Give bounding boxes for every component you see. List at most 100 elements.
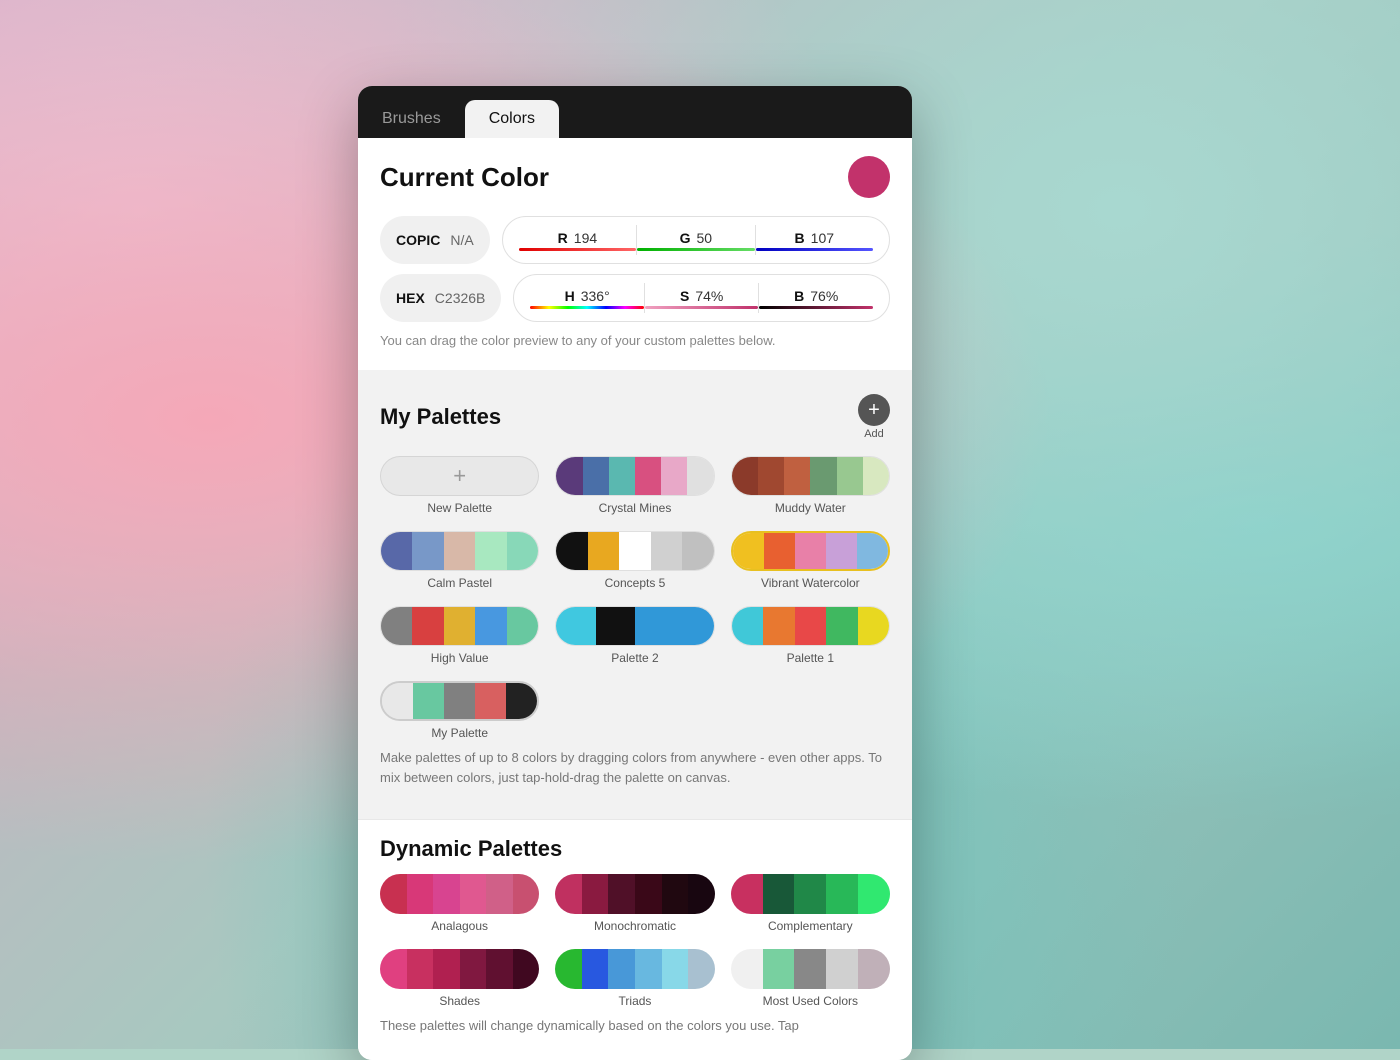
segment xyxy=(433,949,460,989)
segment xyxy=(651,532,682,570)
green-field: G 50 xyxy=(637,230,754,251)
dynamic-item-monochromatic[interactable]: Monochromatic xyxy=(555,874,714,933)
complementary-name: Complementary xyxy=(768,919,853,933)
dynamic-grid: Analagous Monochromatic xyxy=(380,874,890,1008)
hex-label: HEX xyxy=(396,290,425,306)
dynamic-palettes-title: Dynamic Palettes xyxy=(380,836,562,861)
palette-item-high-value[interactable]: High Value xyxy=(380,606,539,665)
segment xyxy=(381,532,412,570)
add-palette-button[interactable]: + Add xyxy=(858,394,890,440)
rgb-input[interactable]: R 194 G 50 xyxy=(502,216,890,264)
new-palette-name: New Palette xyxy=(427,501,492,515)
b-value: 107 xyxy=(811,230,834,246)
palette-item-palette2[interactable]: Palette 2 xyxy=(555,606,714,665)
segment xyxy=(732,457,758,495)
segment xyxy=(763,607,794,645)
segment xyxy=(444,532,475,570)
hsb-input[interactable]: H 336° S 74% xyxy=(513,274,890,322)
segment xyxy=(731,874,763,914)
palette-item-new[interactable]: + New Palette xyxy=(380,456,539,515)
segment xyxy=(858,607,889,645)
s-label: S xyxy=(680,288,689,304)
palette1-name: Palette 1 xyxy=(787,651,834,665)
current-color-section: Current Color COPIC N/A R 194 xyxy=(358,138,912,370)
vibrant-name: Vibrant Watercolor xyxy=(761,576,860,590)
my-palettes-section: My Palettes + Add + New Palette xyxy=(358,378,912,819)
segment xyxy=(507,607,538,645)
segment xyxy=(412,607,443,645)
h-label: H xyxy=(565,288,575,304)
current-color-header: Current Color xyxy=(380,156,890,198)
my-palette-strip xyxy=(380,681,539,721)
segment xyxy=(513,874,540,914)
dynamic-item-triads[interactable]: Triads xyxy=(555,949,714,1008)
analagous-strip xyxy=(380,874,539,914)
segment xyxy=(506,683,537,719)
brightness-label: B xyxy=(794,288,804,304)
segment xyxy=(857,533,888,569)
most-used-strip xyxy=(731,949,890,989)
hex-input[interactable]: HEX C2326B xyxy=(380,274,501,322)
crystal-mines-strip xyxy=(555,456,714,496)
dynamic-item-complementary[interactable]: Complementary xyxy=(731,874,890,933)
segment xyxy=(555,949,582,989)
hex-value: C2326B xyxy=(435,290,486,306)
segment xyxy=(556,607,595,645)
segment xyxy=(475,607,506,645)
segment xyxy=(635,457,661,495)
segment xyxy=(858,949,890,989)
segment xyxy=(635,949,662,989)
s-value: 74% xyxy=(695,288,723,304)
b-label: B xyxy=(795,230,805,246)
segment xyxy=(635,874,662,914)
muddy-water-name: Muddy Water xyxy=(775,501,846,515)
tab-brushes[interactable]: Brushes xyxy=(358,100,465,138)
copic-label: COPIC xyxy=(396,232,440,248)
segment xyxy=(662,949,689,989)
segment xyxy=(731,949,763,989)
tab-colors[interactable]: Colors xyxy=(465,100,559,138)
segment xyxy=(795,533,826,569)
segment xyxy=(784,457,810,495)
monochromatic-strip xyxy=(555,874,714,914)
shades-name: Shades xyxy=(439,994,480,1008)
segment xyxy=(555,874,582,914)
segment xyxy=(688,949,715,989)
r-value: 194 xyxy=(574,230,597,246)
add-label: Add xyxy=(864,428,884,440)
segment xyxy=(460,949,487,989)
segment xyxy=(858,874,890,914)
segment xyxy=(687,457,713,495)
palette-item-palette1[interactable]: Palette 1 xyxy=(731,606,890,665)
palette-item-crystal-mines[interactable]: Crystal Mines xyxy=(555,456,714,515)
dynamic-hint: These palettes will change dynamically b… xyxy=(380,1008,890,1044)
dynamic-item-analagous[interactable]: Analagous xyxy=(380,874,539,933)
segment xyxy=(588,532,619,570)
segment xyxy=(826,607,857,645)
palette-item-calm-pastel[interactable]: Calm Pastel xyxy=(380,531,539,590)
segment xyxy=(688,874,715,914)
segment xyxy=(507,532,538,570)
dynamic-item-most-used[interactable]: Most Used Colors xyxy=(731,949,890,1008)
segment xyxy=(764,533,795,569)
my-palette-name: My Palette xyxy=(431,726,488,740)
palette-item-concepts5[interactable]: Concepts 5 xyxy=(555,531,714,590)
segment xyxy=(433,874,460,914)
palette-item-my-palette[interactable]: My Palette xyxy=(380,681,539,740)
palette2-name: Palette 2 xyxy=(611,651,658,665)
calm-pastel-strip xyxy=(380,531,539,571)
segment xyxy=(609,457,635,495)
segment xyxy=(661,457,687,495)
palette-item-vibrant[interactable]: Vibrant Watercolor xyxy=(731,531,890,590)
segment xyxy=(635,607,714,645)
g-bar xyxy=(637,248,754,251)
dynamic-item-shades[interactable]: Shades xyxy=(380,949,539,1008)
color-preview-circle[interactable] xyxy=(848,156,890,198)
g-value: 50 xyxy=(697,230,713,246)
copic-input[interactable]: COPIC N/A xyxy=(380,216,490,264)
segment xyxy=(486,949,513,989)
drag-hint: You can drag the color preview to any of… xyxy=(380,332,890,350)
palette-item-muddy-water[interactable]: Muddy Water xyxy=(731,456,890,515)
segment xyxy=(733,533,764,569)
my-palettes-header: My Palettes + Add xyxy=(380,394,890,440)
